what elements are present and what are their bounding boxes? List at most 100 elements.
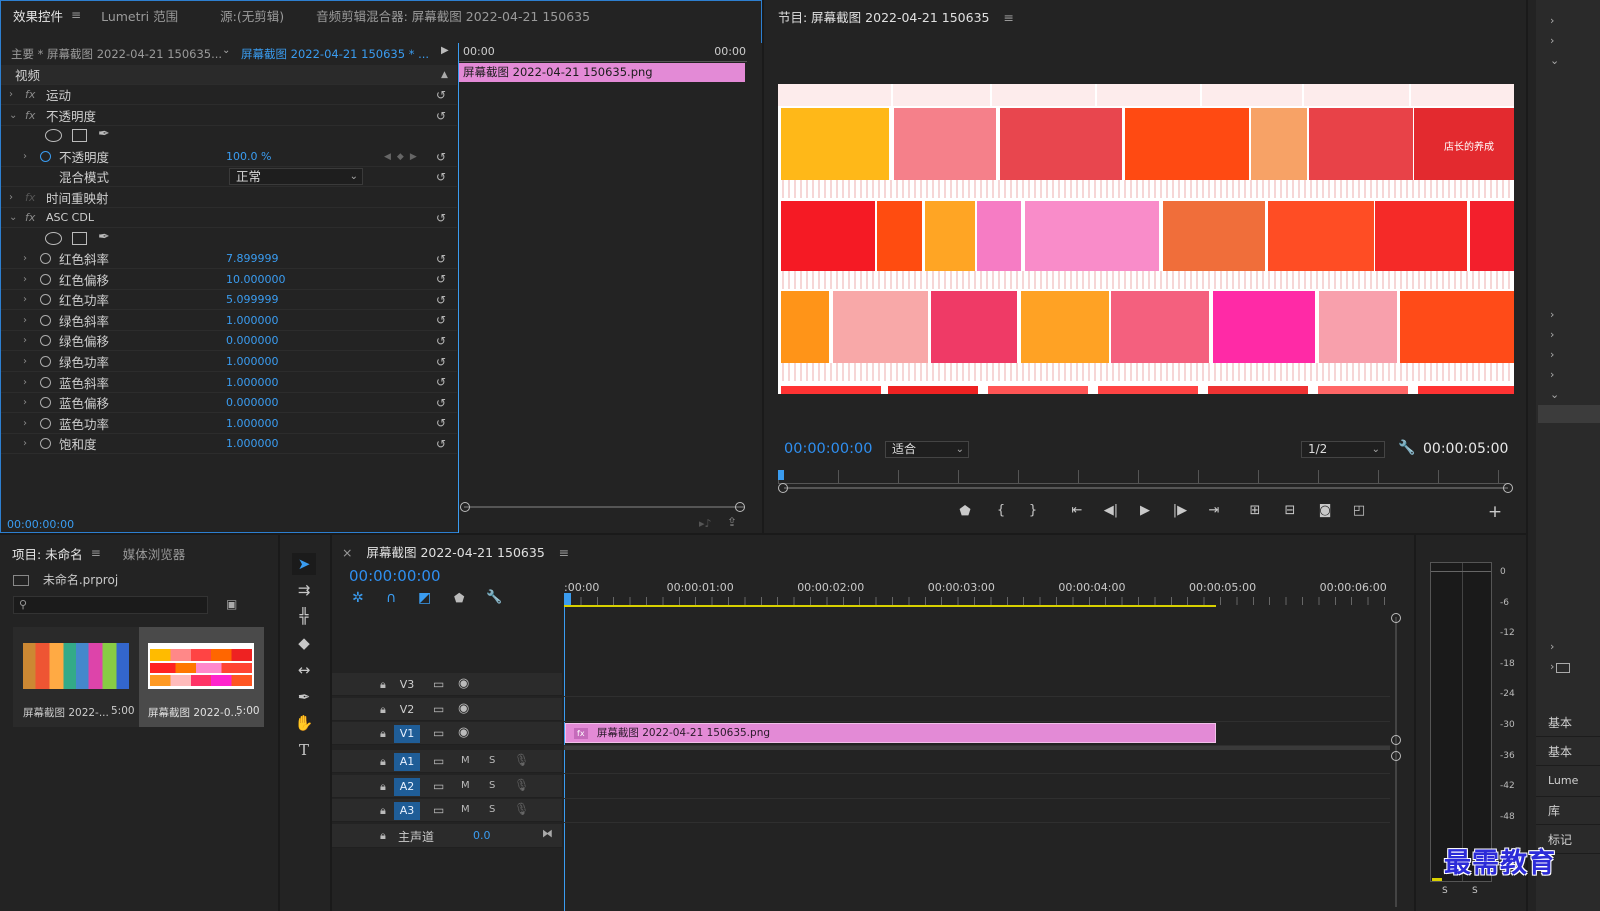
effect-asc-cdl[interactable]: ⌄ fx ASC CDL ↺ [1, 208, 457, 228]
reset-icon[interactable]: ↺ [436, 109, 446, 123]
effect-opacity[interactable]: ⌄ fx 不透明度 ↺ [1, 106, 457, 126]
chevron-right-icon[interactable]: › [23, 356, 33, 367]
close-icon[interactable]: × [342, 545, 352, 560]
param-value[interactable]: 0.000000 [226, 396, 279, 409]
chevron-right-icon[interactable]: › [23, 397, 33, 408]
solo-button[interactable]: S [489, 755, 495, 766]
effect-controls-timecode[interactable]: 00:00:00:00 [7, 518, 74, 531]
stopwatch-icon[interactable] [40, 253, 51, 264]
stopwatch-icon[interactable] [40, 314, 51, 326]
track-target-label[interactable]: A1 [394, 753, 420, 771]
param-value[interactable]: 0.000000 [226, 334, 279, 347]
reset-icon[interactable]: ↺ [436, 313, 446, 327]
param-row[interactable]: › 绿色斜率 1.000000 ↺ [1, 311, 457, 331]
track-select-tool-icon[interactable]: ⇉ [292, 579, 316, 601]
scroll-handle-right[interactable] [1503, 483, 1513, 493]
stopwatch-icon[interactable] [40, 294, 51, 306]
solo-button[interactable]: S [489, 804, 495, 815]
project-search-input[interactable]: ⚲ [13, 596, 208, 614]
program-time-ruler[interactable] [778, 470, 1508, 484]
eye-icon[interactable]: ◉ [458, 701, 469, 716]
filter-icon[interactable]: ▸♪ [699, 517, 712, 530]
panel-menu-icon[interactable]: ≡ [71, 8, 81, 22]
timeline-title[interactable]: 屏幕截图 2022-04-21 150635 [366, 545, 544, 560]
mute-button[interactable]: M [461, 780, 470, 791]
sync-lock-icon[interactable]: ▭ [433, 677, 444, 691]
collapse-up-icon[interactable]: ▲ [441, 70, 448, 80]
chevron-right-icon[interactable]: › [23, 274, 33, 285]
camera-icon[interactable]: ◙ [1314, 503, 1336, 518]
right-dock-item[interactable]: 基本 [1548, 743, 1572, 760]
panel-menu-icon[interactable]: ≡ [1003, 10, 1013, 25]
new-bin-icon[interactable]: ▣ [226, 597, 237, 611]
param-value[interactable]: 1.000000 [226, 437, 279, 450]
play-only-icon[interactable]: ▶ [441, 45, 449, 56]
stopwatch-icon[interactable] [40, 273, 51, 285]
chevron-down-icon[interactable]: ⌄ [1550, 54, 1559, 67]
meter-solo-left[interactable]: S [1442, 886, 1448, 896]
sync-lock-icon[interactable]: ▭ [433, 726, 444, 740]
stopwatch-icon[interactable] [40, 356, 51, 367]
track-target-label[interactable]: V1 [394, 725, 420, 743]
param-row[interactable]: › 饱和度 1.000000 ↺ [1, 434, 457, 455]
eye-icon[interactable]: ◉ [458, 725, 469, 740]
chevron-down-icon[interactable]: ⌄ [1550, 388, 1559, 401]
lock-icon[interactable]: 🔒︎ [380, 755, 386, 769]
chevron-down-icon[interactable]: ⌄ [9, 212, 19, 223]
reset-icon[interactable]: ↺ [436, 150, 446, 164]
chevron-right-icon[interactable]: › [1550, 308, 1554, 321]
stopwatch-icon[interactable] [40, 151, 51, 162]
project-item-selected[interactable]: 屏幕截图 2022-0... 5:00 [139, 627, 264, 727]
folder-icon[interactable] [1556, 663, 1570, 673]
chevron-right-icon[interactable]: › [1550, 640, 1554, 653]
step-forward-icon[interactable]: |▶ [1169, 503, 1191, 518]
tab-project[interactable]: 项目: 未命名 [0, 544, 95, 563]
wrench-icon[interactable]: 🔧 [1398, 440, 1415, 456]
chevron-down-icon[interactable]: ⌄ [9, 110, 19, 121]
nest-icon[interactable]: ✲ [352, 590, 364, 606]
chevron-right-icon[interactable]: › [1550, 348, 1554, 361]
reset-icon[interactable]: ↺ [436, 355, 446, 369]
param-row[interactable]: › 红色偏移 10.000000 ↺ [1, 270, 457, 290]
playhead-marker[interactable] [564, 593, 571, 605]
mini-scroll-handle-left[interactable] [460, 502, 470, 512]
comparison-view-icon[interactable]: ◰ [1348, 503, 1370, 518]
go-to-out-icon[interactable]: ⇥ [1203, 503, 1225, 518]
ripple-edit-tool-icon[interactable]: ╬ [292, 605, 316, 627]
param-row[interactable]: › 红色斜率 7.899999 ↺ [1, 249, 457, 269]
pen-tool-icon[interactable]: ✒ [292, 686, 316, 708]
lock-icon[interactable]: 🔒︎ [380, 780, 386, 794]
program-timecode[interactable]: 00:00:00:00 [784, 441, 872, 457]
param-value[interactable]: 7.899999 [226, 252, 279, 265]
chevron-right-icon[interactable]: › [1550, 660, 1554, 673]
stopwatch-icon[interactable] [40, 335, 51, 347]
stopwatch-icon[interactable] [40, 397, 51, 409]
reset-icon[interactable]: ↺ [436, 88, 446, 102]
pen-mask-icon[interactable]: ✒ [98, 126, 110, 142]
type-tool-icon[interactable]: T [292, 739, 316, 761]
chevron-right-icon[interactable]: › [9, 192, 19, 203]
param-value[interactable]: 1.000000 [226, 376, 279, 389]
clip-label[interactable]: 屏幕截图 2022-04-21 150635 * ... [241, 46, 429, 62]
pen-mask-icon[interactable]: ✒ [98, 229, 110, 245]
param-row[interactable]: › 蓝色偏移 0.000000 ↺ [1, 393, 457, 414]
timeline-ruler[interactable]: :00:00 00:00:01:00 00:00:02:00 00:00:03:00 0… [564, 579, 1390, 609]
reset-icon[interactable]: ↺ [436, 416, 446, 430]
program-viewer[interactable]: 店长的养成 [778, 84, 1514, 394]
reset-icon[interactable]: ↺ [436, 437, 446, 451]
stopwatch-icon[interactable] [40, 438, 51, 450]
step-back-icon[interactable]: ◀| [1100, 503, 1122, 518]
vscroll-handle-mid2[interactable] [1391, 751, 1401, 761]
add-marker-icon[interactable]: ⬟ [954, 504, 976, 519]
param-row[interactable]: › 红色功率 5.099999 ↺ [1, 290, 457, 311]
reset-icon[interactable]: ↺ [436, 334, 446, 348]
mute-button[interactable]: M [461, 755, 470, 766]
fx-icon[interactable]: fx [25, 191, 35, 204]
tab-source[interactable]: 源:(无剪辑) [190, 6, 296, 25]
param-row[interactable]: › 蓝色功率 1.000000 ↺ [1, 414, 457, 434]
lock-icon[interactable]: 🔒︎ [380, 678, 386, 692]
chevron-right-icon[interactable]: › [23, 253, 33, 264]
param-row[interactable]: › 蓝色斜率 1.000000 ↺ [1, 373, 457, 393]
sync-lock-icon[interactable]: ▭ [433, 702, 444, 716]
lock-icon[interactable]: 🔒︎ [380, 804, 386, 818]
